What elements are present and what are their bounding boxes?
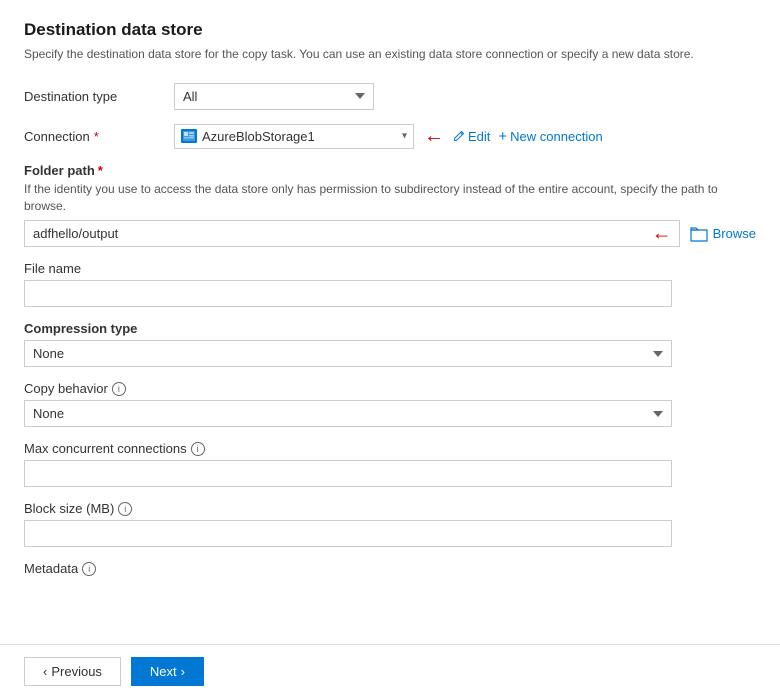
destination-type-select[interactable]: All — [174, 83, 374, 110]
folder-path-arrow-annotation: ← — [652, 222, 672, 245]
block-size-section: Block size (MB) i — [24, 501, 756, 547]
previous-button[interactable]: ‹ Previous — [24, 657, 121, 686]
azure-blob-icon — [181, 129, 197, 143]
connection-row: Connection* AzureBlobStorage1 — [24, 124, 756, 149]
block-size-info-icon: i — [118, 502, 132, 516]
new-connection-link[interactable]: + New connection — [498, 129, 602, 144]
copy-behavior-label: Copy behavior i — [24, 381, 756, 396]
file-name-input[interactable] — [24, 280, 672, 307]
connection-select-inner: AzureBlobStorage1 — [175, 125, 413, 148]
folder-path-section: Folder path* If the identity you use to … — [24, 163, 756, 248]
connection-arrow-annotation: ← — [424, 125, 444, 148]
next-chevron-icon: › — [181, 664, 185, 679]
destination-type-control: All — [174, 83, 756, 110]
metadata-section: Metadata i — [24, 561, 756, 576]
folder-path-input[interactable] — [24, 220, 680, 247]
copy-behavior-info-icon: i — [112, 382, 126, 396]
browse-label: Browse — [713, 226, 756, 241]
compression-type-select[interactable]: None — [24, 340, 672, 367]
connection-control-area: AzureBlobStorage1 ▾ ← Edit + New connect… — [174, 124, 756, 149]
edit-connection-link[interactable]: Edit — [452, 129, 490, 144]
file-name-label: File name — [24, 261, 756, 276]
prev-chevron-icon: ‹ — [43, 664, 47, 679]
plus-icon: + — [498, 129, 507, 144]
copy-behavior-section: Copy behavior i None — [24, 381, 756, 427]
connection-label: Connection* — [24, 129, 174, 144]
browse-folder-icon — [690, 226, 708, 242]
page-title: Destination data store — [24, 20, 756, 40]
block-size-label: Block size (MB) i — [24, 501, 756, 516]
max-concurrent-section: Max concurrent connections i — [24, 441, 756, 487]
max-concurrent-label: Max concurrent connections i — [24, 441, 756, 456]
next-button[interactable]: Next › — [131, 657, 204, 686]
destination-type-row: Destination type All — [24, 83, 756, 110]
block-size-input[interactable] — [24, 520, 672, 547]
compression-type-section: Compression type None — [24, 321, 756, 367]
max-concurrent-info-icon: i — [191, 442, 205, 456]
folder-path-description: If the identity you use to access the da… — [24, 181, 756, 215]
metadata-label: Metadata i — [24, 561, 756, 576]
connection-required-star: * — [94, 129, 99, 144]
metadata-info-icon: i — [82, 562, 96, 576]
folder-input-wrapper: ← — [24, 220, 680, 247]
folder-path-label: Folder path* — [24, 163, 756, 178]
max-concurrent-input[interactable] — [24, 460, 672, 487]
folder-input-row: ← Browse — [24, 220, 756, 247]
compression-type-label: Compression type — [24, 321, 756, 336]
connection-chevron-icon: ▾ — [402, 131, 407, 142]
destination-type-label: Destination type — [24, 89, 174, 104]
connection-dropdown-wrapper[interactable]: AzureBlobStorage1 ▾ — [174, 124, 414, 149]
folder-required-star: * — [98, 163, 103, 178]
edit-pencil-icon — [452, 130, 465, 143]
connection-selected-value: AzureBlobStorage1 — [202, 129, 315, 144]
browse-button[interactable]: Browse — [690, 226, 756, 242]
previous-label: Previous — [51, 664, 102, 679]
file-name-section: File name — [24, 261, 756, 307]
next-label: Next — [150, 664, 177, 679]
footer-bar: ‹ Previous Next › — [0, 644, 780, 698]
page-subtitle: Specify the destination data store for t… — [24, 46, 756, 63]
copy-behavior-select[interactable]: None — [24, 400, 672, 427]
